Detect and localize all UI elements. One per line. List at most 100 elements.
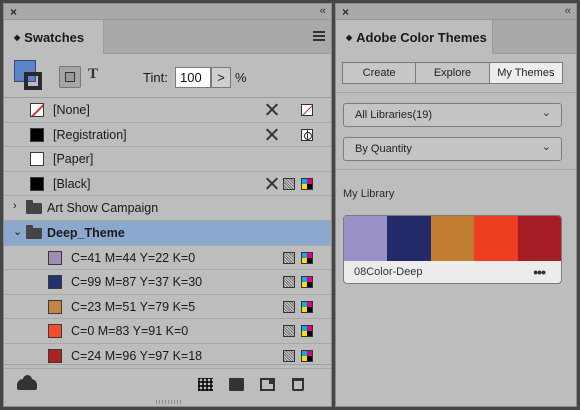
panel-title-strip: × ‹‹ [4, 4, 331, 20]
tab-arrows-icon: ◆ [346, 33, 353, 42]
swatch-name: [Black] [53, 176, 91, 191]
panel-menu-icon[interactable] [313, 31, 325, 43]
segment-my-themes[interactable]: My Themes [489, 63, 562, 83]
color-themes-panel: × ‹‹ ◆ Adobe Color Themes Create Explore … [335, 3, 577, 407]
group-name: Art Show Campaign [47, 201, 159, 216]
close-icon[interactable]: × [342, 5, 349, 19]
swatches-panel: × ‹‹ ◆ Swatches T Tint: 100 > % [None] [R… [3, 3, 332, 407]
swatch-chip [48, 275, 62, 290]
theme-color [474, 216, 518, 261]
cmyk-mode-icon [301, 325, 313, 338]
section-label: My Library [343, 188, 395, 200]
tab-label: Adobe Color Themes [356, 30, 487, 45]
divider [336, 92, 576, 93]
swatches-footer [4, 364, 331, 406]
segment-explore[interactable]: Explore [416, 63, 490, 83]
delete-swatch-icon[interactable] [292, 378, 304, 391]
process-color-icon [283, 349, 295, 362]
swatch-chip [48, 299, 62, 314]
swatch-name: C=99 M=87 Y=37 K=30 [71, 275, 203, 290]
no-edit-icon [265, 103, 278, 116]
more-options-icon[interactable]: ••• [533, 264, 546, 280]
divider [336, 169, 576, 170]
sort-dropdown[interactable]: By Quantity ⌄ [343, 137, 562, 161]
folder-icon [26, 224, 42, 239]
swatch-name: C=24 M=96 Y=97 K=18 [71, 348, 203, 363]
collapse-icon[interactable]: ‹‹ [565, 5, 571, 17]
library-dropdown[interactable]: All Libraries(19) ⌄ [343, 103, 562, 127]
swatch-chip [48, 250, 62, 265]
theme-color [430, 216, 475, 261]
tab-label: Swatches [24, 30, 85, 45]
tab-adobe-color-themes[interactable]: ◆ Adobe Color Themes [336, 20, 493, 54]
tab-arrows-icon: ◆ [14, 33, 21, 42]
theme-title: 08Color-Deep [354, 266, 423, 278]
theme-color [344, 216, 388, 261]
resize-grip[interactable] [156, 400, 182, 404]
swatch-row-none[interactable]: [None] [4, 98, 331, 123]
swatch-row-deep-1[interactable]: C=41 M=44 Y=22 K=0 [4, 246, 331, 271]
folder-icon [26, 200, 42, 215]
registration-swatch-chip [30, 127, 44, 142]
swatch-row-paper[interactable]: [Paper] [4, 147, 331, 172]
tint-percent: % [235, 70, 247, 85]
swatch-chip [48, 324, 62, 339]
fill-stroke-widget[interactable] [14, 60, 46, 92]
dropdown-value: All Libraries(19) [355, 109, 433, 121]
color-group-deep-theme[interactable]: ⌄ Deep_Theme [4, 220, 331, 246]
cmyk-mode-icon [301, 177, 313, 190]
segment-create[interactable]: Create [343, 63, 417, 83]
chevron-down-icon: ⌄ [541, 107, 551, 119]
process-color-icon [283, 300, 295, 313]
tint-label: Tint: [143, 70, 168, 85]
theme-color [517, 216, 561, 261]
swatch-name: C=41 M=44 Y=22 K=0 [71, 250, 196, 265]
new-color-group-icon[interactable] [229, 378, 244, 391]
swatch-name: [Paper] [53, 152, 94, 167]
process-color-icon [283, 251, 295, 264]
chevron-down-icon: ⌄ [541, 141, 551, 153]
swatch-controls: T Tint: 100 > % [4, 54, 331, 98]
tint-slider-button[interactable]: > [211, 67, 231, 88]
dropdown-value: By Quantity [355, 143, 412, 155]
swatch-name: C=23 M=51 Y=79 K=5 [71, 299, 196, 314]
swatch-row-registration[interactable]: [Registration] [4, 123, 331, 148]
swatch-row-deep-2[interactable]: C=99 M=87 Y=37 K=30 [4, 270, 331, 295]
none-type-icon [301, 104, 313, 116]
process-color-icon [283, 177, 295, 190]
theme-color [387, 216, 431, 261]
swatch-name: C=0 M=83 Y=91 K=0 [71, 324, 189, 339]
formatting-container-button[interactable] [59, 66, 81, 88]
cmyk-mode-icon [301, 276, 313, 289]
group-name: Deep_Theme [47, 225, 125, 240]
show-swatch-views-icon[interactable] [198, 378, 213, 391]
swatch-name: [None] [53, 103, 90, 117]
tab-bar: ◆ Swatches [4, 20, 331, 54]
cmyk-mode-icon [301, 251, 313, 264]
black-swatch-chip [30, 176, 44, 191]
tab-swatches[interactable]: ◆ Swatches [4, 20, 104, 54]
theme-card[interactable]: 08Color-Deep ••• [343, 215, 562, 284]
theme-color-strip [344, 216, 561, 261]
new-swatch-icon[interactable] [260, 378, 275, 391]
panel-title-strip: × ‹‹ [336, 4, 576, 20]
cmyk-mode-icon [301, 300, 313, 313]
tint-input[interactable]: 100 [175, 67, 211, 88]
color-group-art-show-campaign[interactable]: › Art Show Campaign [4, 196, 331, 221]
none-swatch-chip [30, 103, 44, 117]
cc-libraries-icon[interactable] [17, 375, 37, 390]
close-icon[interactable]: × [10, 5, 17, 19]
swatch-name: [Registration] [53, 127, 127, 142]
formatting-text-button[interactable]: T [88, 66, 98, 83]
swatch-chip [48, 348, 62, 363]
chevron-down-icon[interactable]: ⌄ [13, 225, 22, 238]
chevron-right-icon[interactable]: › [13, 200, 17, 212]
collapse-icon[interactable]: ‹‹ [320, 5, 326, 17]
swatch-row-deep-3[interactable]: C=23 M=51 Y=79 K=5 [4, 295, 331, 320]
process-color-icon [283, 276, 295, 289]
swatch-row-black[interactable]: [Black] [4, 172, 331, 197]
swatch-row-deep-4[interactable]: C=0 M=83 Y=91 K=0 [4, 319, 331, 344]
cmyk-mode-icon [301, 349, 313, 362]
process-color-icon [283, 325, 295, 338]
stroke-swatch[interactable] [24, 72, 42, 90]
